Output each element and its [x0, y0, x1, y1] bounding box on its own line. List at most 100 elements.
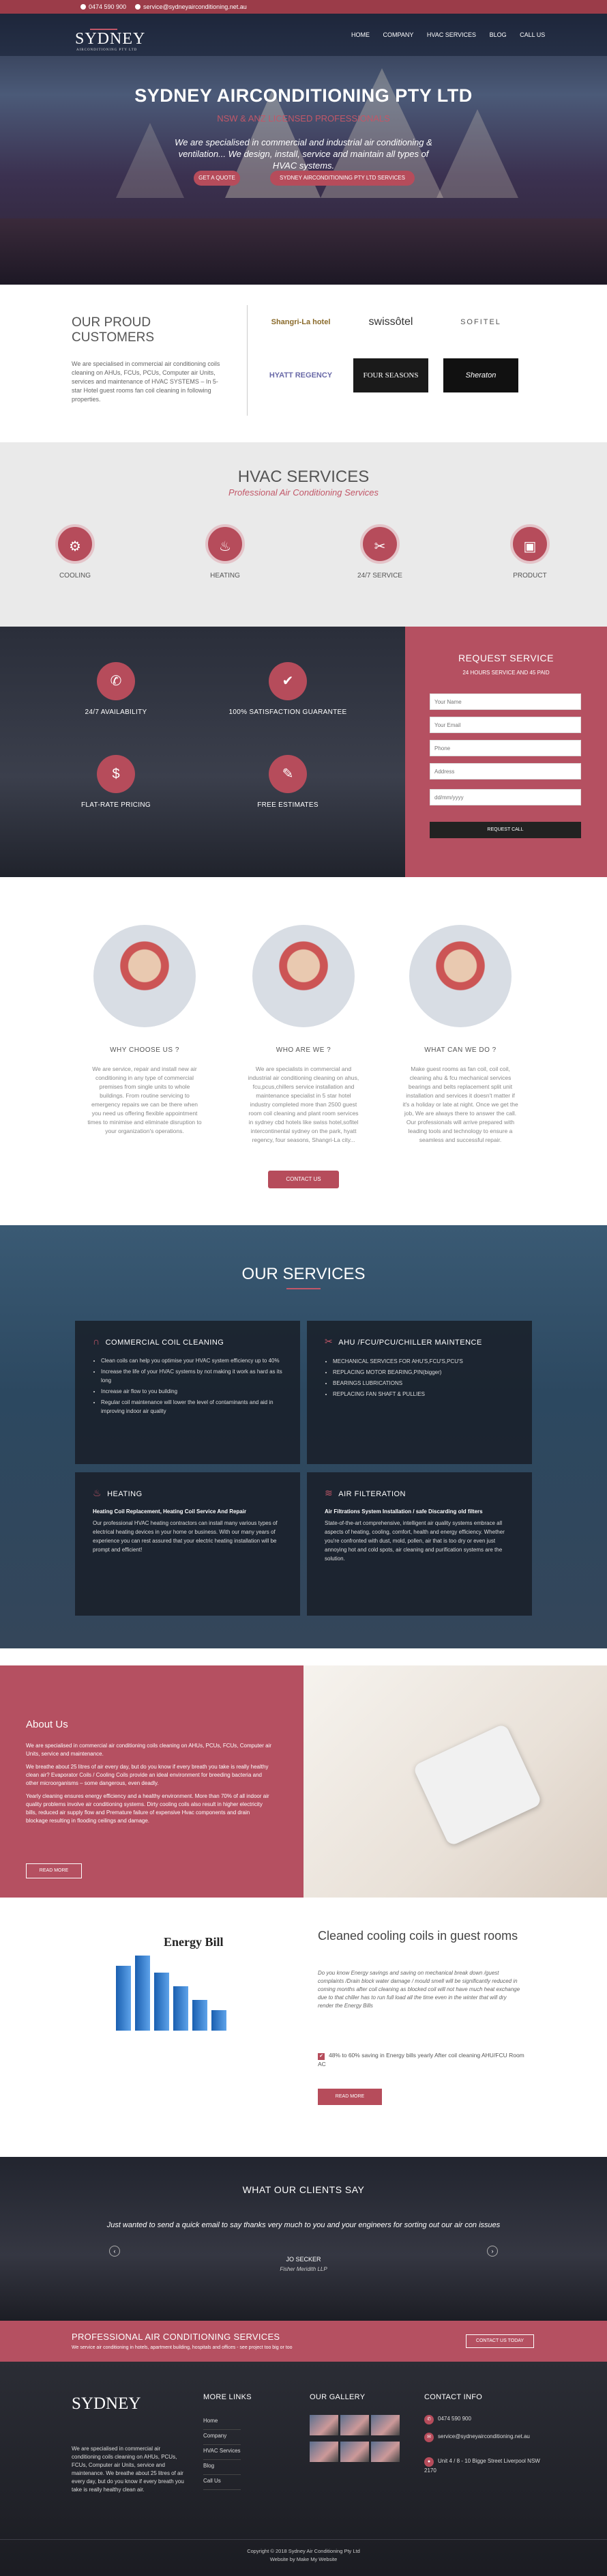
footer-logo[interactable]: SYDNEY	[72, 2394, 140, 2414]
gallery-thumb[interactable]	[310, 2415, 338, 2435]
customers-section: OUR PROUD CUSTOMERS We are specialised i…	[0, 285, 607, 436]
name-field[interactable]	[430, 693, 581, 710]
testimonial-title: WHAT OUR CLIENTS SAY	[242, 2184, 365, 2195]
footer-link-home[interactable]: Home	[203, 2415, 241, 2430]
phone-field[interactable]	[430, 740, 581, 756]
footer-link-call[interactable]: Call Us	[203, 2475, 241, 2490]
request-subtitle: 24 HOURS SERVICE AND 45 PAID	[462, 670, 550, 676]
hero-title: SYDNEY AIRCONDITIONING PTY LTD	[134, 85, 473, 106]
cleaned-coils-section: Energy Bill Cleaned cooling coils in gue…	[0, 1898, 607, 2150]
services-title: OUR SERVICES	[241, 1265, 366, 1283]
cleaned-read-more-button[interactable]: READ MORE	[318, 2089, 382, 2105]
service-card-coil-cleaning: ∩COMMERCIAL COIL CLEANING Clean coils ca…	[75, 1321, 300, 1464]
footer-text: We are specialised in commercial air con…	[72, 2446, 184, 2493]
menu-hvac-services[interactable]: HVAC SERVICES	[427, 31, 476, 38]
banner-subtitle: We service air conditioning in hotels, a…	[72, 2345, 293, 2350]
footer-link-blog[interactable]: Blog	[203, 2460, 241, 2475]
hvac-subtitle: Professional Air Conditioning Services	[228, 487, 379, 498]
service-card-heating: ♨ HEATING Heating Coil Replacement, Heati…	[75, 1472, 300, 1616]
gallery-thumb[interactable]	[371, 2415, 400, 2435]
why-choose-column: WHY CHOOSE US ? We are service, repair a…	[87, 925, 203, 1136]
cleaned-text: Do you know Energy savings and saving on…	[318, 1970, 520, 2009]
brand-hyatt-logo: HYATT REGENCY	[269, 371, 333, 380]
who-are-we-column: WHO ARE WE ? We are specialists in comme…	[246, 925, 361, 1145]
hvac-title: HVAC SERVICES	[237, 468, 370, 486]
footer-link-hvac[interactable]: HVAC Services	[203, 2445, 241, 2460]
brand-sofitel-logo: SOFITEL	[460, 318, 501, 326]
flame-icon: ♨	[93, 1487, 102, 1498]
customers-title: OUR PROUD CUSTOMERS	[72, 315, 155, 345]
magnet-icon: ∩	[93, 1336, 100, 1347]
service-cooling[interactable]: ⚙ COOLING	[34, 524, 116, 579]
cleaned-title: Cleaned cooling coils in guest rooms	[318, 1929, 518, 1943]
phone-icon	[80, 4, 86, 10]
flame-icon: ♨	[205, 524, 245, 564]
mail-icon: ✉	[424, 2433, 434, 2442]
request-title: REQUEST SERVICE	[458, 653, 554, 663]
what-can-we-do-column: WHAT CAN WE DO ? Make guest rooms as fan…	[402, 925, 518, 1145]
gallery-thumb[interactable]	[340, 2442, 369, 2462]
tools-icon: ✂	[325, 1336, 334, 1347]
footer-gallery	[310, 2415, 402, 2468]
settings-icon: ⚙	[55, 524, 95, 564]
gallery-thumb[interactable]	[340, 2415, 369, 2435]
service-card-air-filtration: ≋ AIR FILTERATION Air Filtrations System …	[307, 1472, 532, 1616]
technician-image	[252, 925, 355, 1027]
site-logo[interactable]: SYDNEY AIRCONDITIONING PTY LTD	[75, 22, 145, 52]
contact-us-button[interactable]: CONTACT US	[268, 1171, 339, 1188]
wind-icon: ≋	[325, 1487, 334, 1498]
brand-fourseasons-logo: FOUR SEASONS	[353, 358, 428, 392]
email-field[interactable]	[430, 717, 581, 733]
banner-contact-button[interactable]: CONTACT US TODAY	[466, 2334, 534, 2348]
next-arrow-icon[interactable]: ›	[487, 2246, 498, 2257]
links-title: MORE LINKS	[203, 2393, 252, 2401]
about-title: About Us	[26, 1719, 68, 1730]
menu-home[interactable]: HOME	[351, 31, 370, 38]
service-heating[interactable]: ♨ HEATING	[184, 524, 266, 579]
feature-estimates: ✎ FREE ESTIMATES	[220, 755, 356, 809]
request-service-form: REQUEST SERVICE 24 HOURS SERVICE AND 45 …	[405, 627, 607, 877]
copyright: Copyright © 2018 Sydney Air Conditioning…	[247, 2548, 360, 2562]
footer-email[interactable]: ✉ service@sydneyairconditioning.net.au	[424, 2433, 540, 2442]
menu-blog[interactable]: BLOG	[490, 31, 507, 38]
main-menu: HOME COMPANY HVAC SERVICES BLOG CALL US	[351, 31, 557, 38]
gallery-thumb[interactable]	[371, 2442, 400, 2462]
our-services-section: OUR SERVICES ∩COMMERCIAL COIL CLEANING C…	[0, 1225, 607, 1648]
tools-icon: ✂	[360, 524, 400, 564]
service-247[interactable]: ✂ 24/7 SERVICE	[339, 524, 421, 579]
address-field[interactable]	[430, 763, 581, 779]
technician-image	[409, 925, 512, 1027]
footer-links: Home Company HVAC Services Blog Call Us	[203, 2415, 241, 2490]
hero-subtitle: NSW & ANZ LICENSED PROFESSIONALS	[217, 113, 390, 124]
request-call-button[interactable]: REQUEST CALL	[430, 822, 581, 838]
technician-image	[93, 925, 196, 1027]
remote-control-image	[304, 1665, 607, 1898]
prev-arrow-icon[interactable]: ‹	[109, 2246, 120, 2257]
topbar-phone[interactable]: 0474 590 900	[80, 3, 126, 10]
gallery-thumb[interactable]	[310, 2442, 338, 2462]
testimonial-section: WHAT OUR CLIENTS SAY ‹ › Just wanted to …	[0, 2157, 607, 2321]
feature-pricing: $ FLAT-RATE PRICING	[48, 755, 184, 809]
date-field[interactable]	[430, 789, 581, 805]
services-button[interactable]: SYDNEY AIRCONDITIONING PTY LTD SERVICES	[270, 171, 415, 186]
about-read-more-button[interactable]: READ MORE	[26, 1863, 82, 1878]
footer-link-company[interactable]: Company	[203, 2430, 241, 2445]
brand-shangrila-logo: Shangri-La hotel	[271, 318, 331, 326]
menu-call-us[interactable]: CALL US	[520, 31, 545, 38]
topbar-email[interactable]: service@sydneyairconditioning.net.au	[135, 3, 247, 10]
footer-address: ● Unit 4 / 8 - 10 Bigge Street Liverpool …	[424, 2457, 540, 2474]
customers-text: We are specialised in commercial air con…	[72, 360, 220, 403]
location-icon: ●	[424, 2457, 434, 2467]
service-product[interactable]: ▣ PRODUCT	[489, 524, 571, 579]
contact-title: CONTACT INFO	[424, 2393, 483, 2401]
top-bar: 0474 590 900 service@sydneyairconditioni…	[0, 0, 607, 14]
phone-icon: ✆	[424, 2415, 434, 2424]
footer-phone[interactable]: ✆ 0474 590 900	[424, 2415, 540, 2424]
get-quote-button[interactable]: GET A QUOTE	[194, 171, 240, 186]
footer: SYDNEY We are specialised in commercial …	[0, 2362, 607, 2576]
hero-text: We are specialised in commercial and ind…	[175, 137, 432, 171]
menu-company[interactable]: COMPANY	[383, 31, 414, 38]
features-section: ✆ 24/7 AVAILABILITY ✔ 100% SATISFACTION GU…	[0, 627, 607, 877]
hvac-section: HVAC SERVICES Professional Air Condition…	[0, 442, 607, 647]
about-columns-section: WHY CHOOSE US ? We are service, repair a…	[0, 877, 607, 1225]
